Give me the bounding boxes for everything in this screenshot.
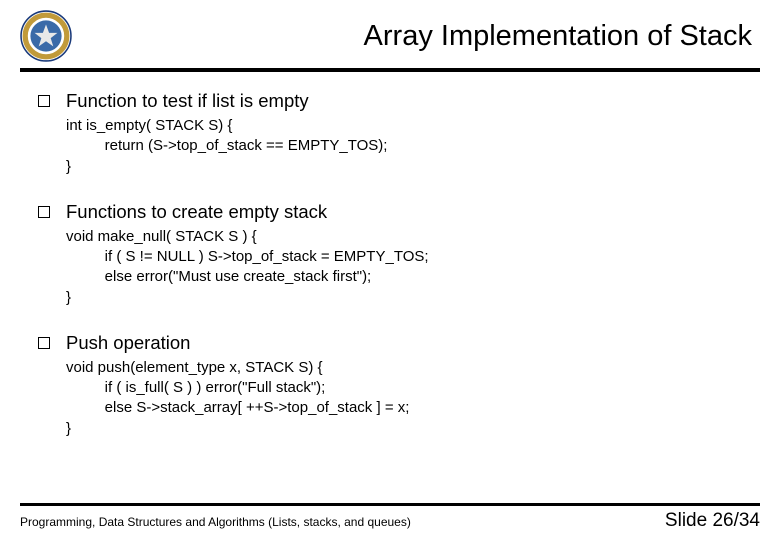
- footer-course-title: Programming, Data Structures and Algorit…: [20, 515, 411, 529]
- square-bullet-icon: [38, 206, 50, 218]
- slide-header: Array Implementation of Stack: [0, 0, 780, 62]
- square-bullet-icon: [38, 337, 50, 349]
- bullet-item: Function to test if list is empty: [38, 90, 742, 112]
- slide-content: Function to test if list is empty int is…: [0, 72, 780, 439]
- bullet-item: Functions to create empty stack: [38, 201, 742, 223]
- code-block: void make_null( STACK S ) { if ( S != NU…: [66, 227, 742, 308]
- code-line: else S->stack_array[ ++S->top_of_stack ]…: [66, 398, 742, 418]
- code-line: int is_empty( STACK S) {: [66, 116, 742, 136]
- code-line: }: [66, 419, 742, 439]
- slide-number: Slide 26/34: [665, 510, 760, 532]
- code-block: int is_empty( STACK S) { return (S->top_…: [66, 116, 742, 177]
- code-line: return (S->top_of_stack == EMPTY_TOS);: [66, 136, 742, 156]
- bullet-heading: Push operation: [66, 332, 190, 354]
- code-line: void make_null( STACK S ) {: [66, 227, 742, 247]
- code-block: void push(element_type x, STACK S) { if …: [66, 358, 742, 439]
- square-bullet-icon: [38, 95, 50, 107]
- slide-footer: Programming, Data Structures and Algorit…: [20, 510, 760, 532]
- code-line: else error("Must use create_stack first"…: [66, 267, 742, 287]
- bullet-heading: Function to test if list is empty: [66, 90, 309, 112]
- code-line: void push(element_type x, STACK S) {: [66, 358, 742, 378]
- code-line: if ( is_full( S ) ) error("Full stack");: [66, 378, 742, 398]
- bullet-item: Push operation: [38, 332, 742, 354]
- institution-logo-icon: [20, 10, 72, 62]
- bullet-heading: Functions to create empty stack: [66, 201, 327, 223]
- code-line: }: [66, 157, 742, 177]
- slide-title: Array Implementation of Stack: [72, 20, 760, 53]
- code-line: }: [66, 288, 742, 308]
- code-line: if ( S != NULL ) S->top_of_stack = EMPTY…: [66, 247, 742, 267]
- footer-divider: [20, 503, 760, 506]
